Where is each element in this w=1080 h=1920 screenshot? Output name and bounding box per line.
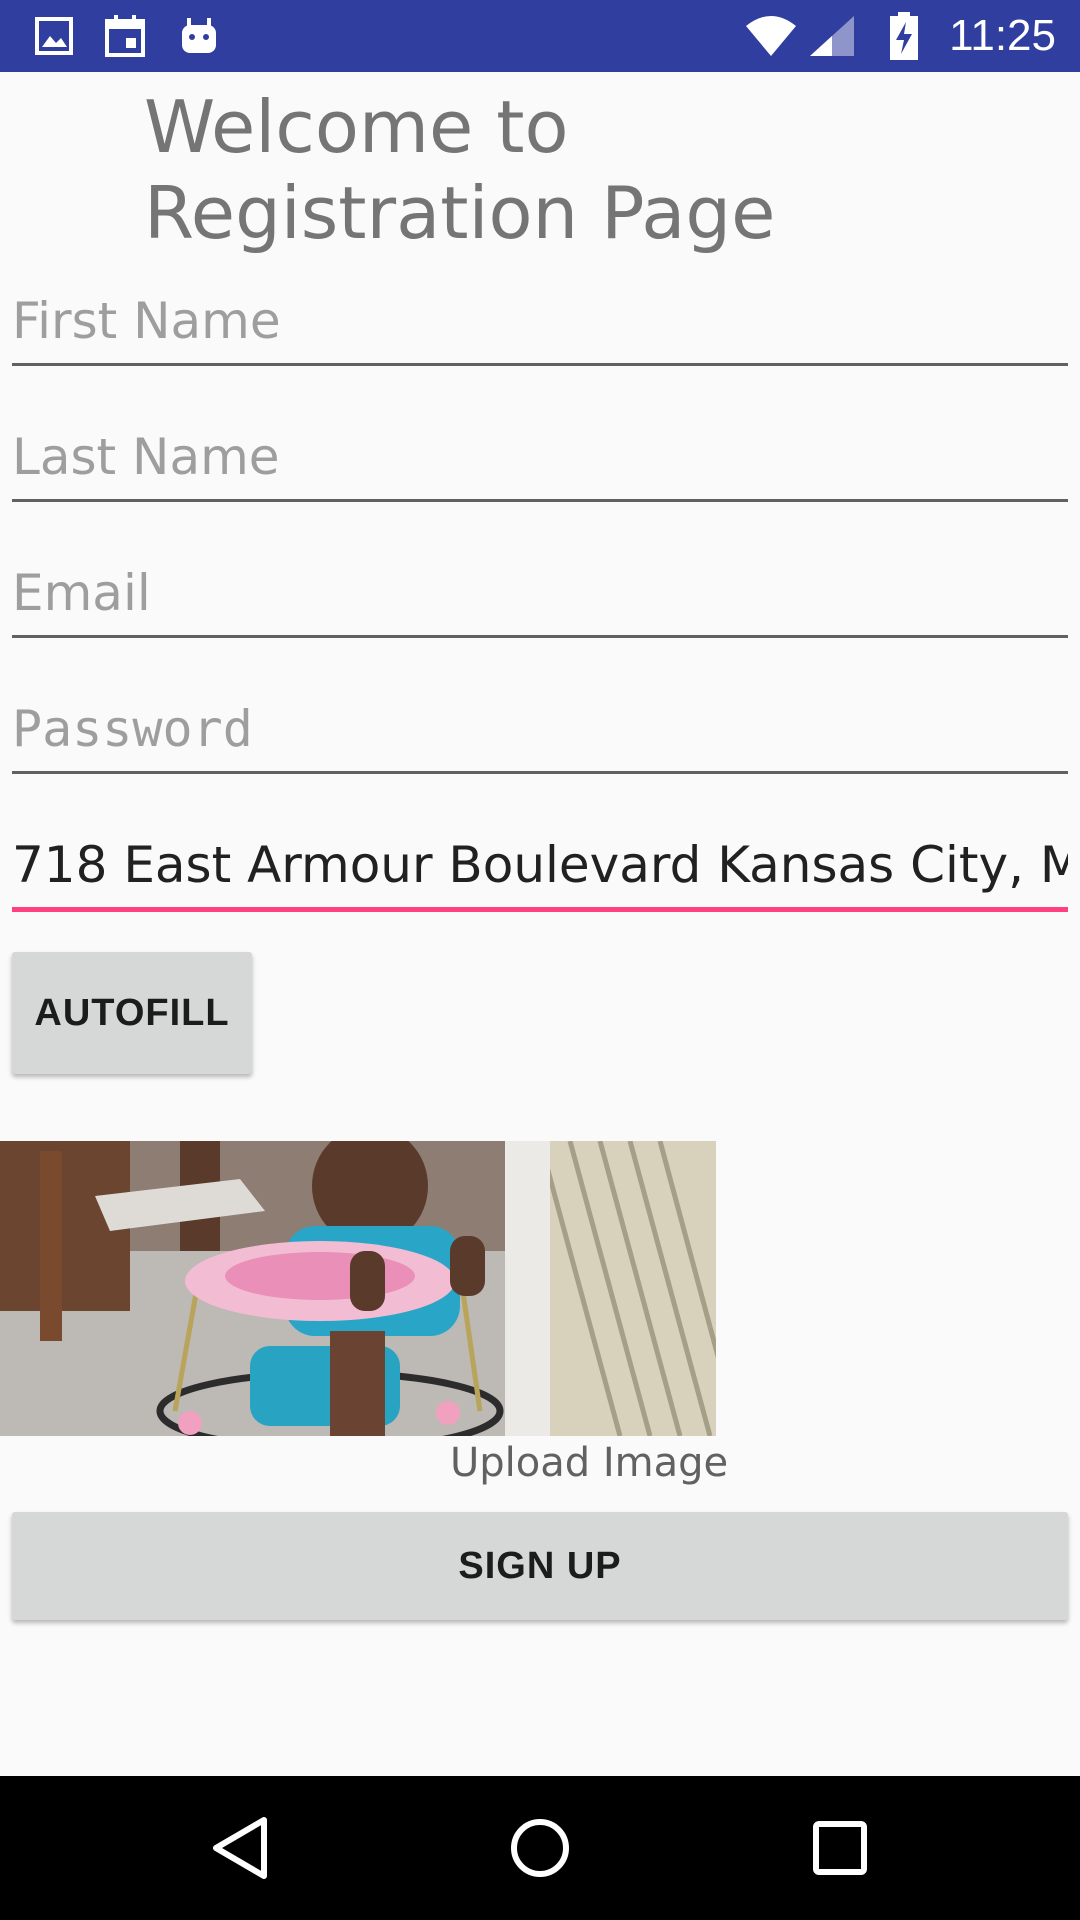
first-name-field[interactable]: [12, 276, 1068, 366]
last-name-field[interactable]: [12, 412, 1068, 502]
navigation-bar: [0, 1776, 1080, 1920]
recents-icon[interactable]: [804, 1812, 876, 1884]
image-icon: [34, 12, 74, 60]
email-input[interactable]: [12, 561, 1068, 625]
autofill-button[interactable]: AUTOFILL: [12, 952, 252, 1074]
calendar-icon: [104, 12, 146, 60]
page-title: Welcome to Registration Page: [144, 85, 776, 255]
signal-icon: [808, 12, 856, 60]
password-field[interactable]: [12, 684, 1068, 774]
home-icon[interactable]: [504, 1812, 576, 1884]
uploaded-photo[interactable]: [0, 1141, 716, 1436]
battery-charging-icon: [888, 12, 920, 60]
android-icon: [178, 12, 220, 60]
photo-image: [0, 1141, 716, 1436]
address-input[interactable]: [12, 833, 1068, 897]
sign-up-button[interactable]: SIGN UP: [12, 1512, 1068, 1620]
password-input[interactable]: [12, 697, 1068, 761]
wifi-icon: [744, 12, 798, 60]
address-field[interactable]: [12, 822, 1068, 912]
clock-time: 11:25: [949, 11, 1056, 60]
email-field[interactable]: [12, 548, 1068, 638]
status-bar: 11:25: [0, 0, 1080, 72]
last-name-input[interactable]: [12, 425, 1068, 489]
back-icon[interactable]: [206, 1812, 278, 1884]
upload-image-label[interactable]: Upload Image: [450, 1440, 728, 1486]
first-name-input[interactable]: [12, 289, 1068, 353]
